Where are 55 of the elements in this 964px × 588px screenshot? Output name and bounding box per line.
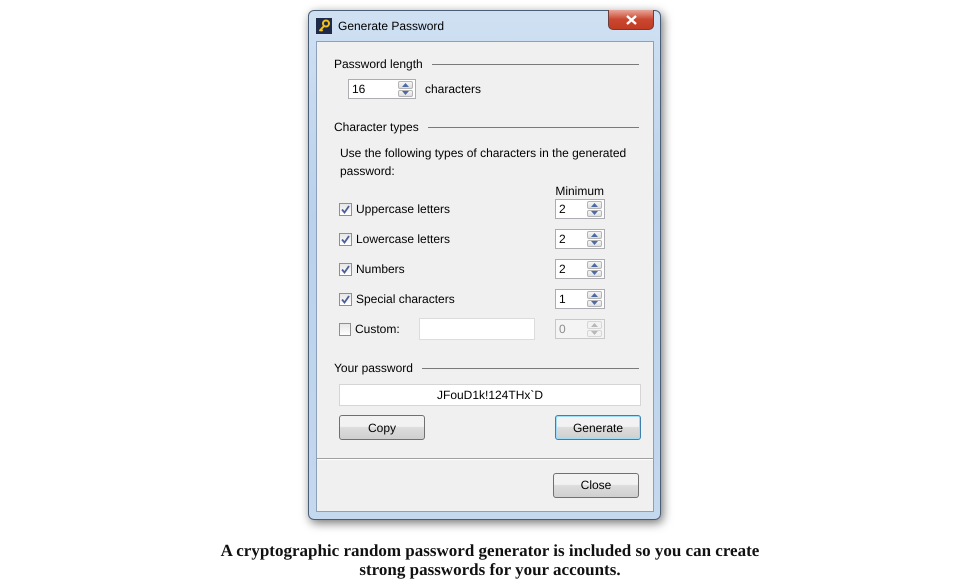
spin-down-button[interactable]	[587, 300, 602, 307]
checkbox[interactable]	[339, 232, 352, 246]
spin-up-button[interactable]	[587, 201, 602, 208]
up-arrow-icon	[591, 322, 598, 327]
close-icon[interactable]	[608, 10, 654, 30]
spin-up-button[interactable]	[587, 261, 602, 268]
spin-down-button[interactable]	[587, 240, 602, 247]
push-button[interactable]: Copy	[339, 415, 425, 440]
down-arrow-icon	[591, 241, 598, 246]
up-arrow-icon	[591, 232, 598, 237]
up-arrow-icon	[402, 82, 409, 87]
spin-down-button[interactable]	[587, 270, 602, 277]
number-spinner[interactable]: 2	[555, 229, 605, 249]
column-heading: Minimum	[555, 184, 604, 198]
checkbox-label[interactable]: Lowercase letters	[356, 232, 555, 246]
section-heading: Character types	[334, 120, 419, 134]
number-field[interactable]: 2	[556, 260, 587, 278]
checkbox[interactable]	[339, 202, 352, 216]
checkbox-label[interactable]: Special characters	[356, 292, 555, 306]
number-spinner[interactable]: 2	[555, 259, 605, 279]
caption-text: A cryptographic random password generator is included so you can create strong passwords for your accounts.	[220, 541, 760, 579]
spin-up-button[interactable]	[587, 231, 602, 238]
push-button[interactable]: Generate	[555, 415, 641, 440]
number-field[interactable]: 16	[349, 80, 398, 98]
up-arrow-icon	[591, 262, 598, 267]
input-field[interactable]	[419, 318, 535, 340]
number-spinner[interactable]: 1	[555, 289, 605, 309]
checkbox-label[interactable]: Uppercase letters	[356, 202, 555, 216]
down-arrow-icon	[402, 91, 409, 96]
close-button[interactable]: Close	[553, 472, 639, 498]
spin-down-button[interactable]	[587, 210, 602, 217]
number-field[interactable]: 2	[556, 200, 587, 218]
number-field[interactable]: 1	[556, 290, 587, 308]
checkbox-label[interactable]: Numbers	[356, 262, 555, 276]
spin-up-button[interactable]	[398, 81, 413, 88]
spin-up-button[interactable]	[587, 291, 602, 298]
up-arrow-icon	[591, 202, 598, 207]
section-heading: Password length	[334, 57, 423, 71]
checkbox[interactable]	[339, 292, 352, 306]
number-field[interactable]: 2	[556, 230, 587, 248]
section-heading: Your password	[334, 361, 413, 375]
spin-down-button[interactable]	[398, 90, 413, 97]
description-text: Use the following types of characters in the generated password:	[340, 145, 628, 180]
up-arrow-icon	[591, 292, 598, 297]
unit-label: characters	[425, 82, 482, 96]
checkbox[interactable]	[339, 262, 352, 276]
number-spinner[interactable]: 16	[348, 79, 416, 99]
password-field[interactable]: JFouD1k!124THx`D	[339, 384, 641, 406]
window-title: Generate Password	[338, 19, 444, 33]
down-arrow-icon	[591, 301, 598, 306]
down-arrow-icon	[591, 211, 598, 216]
down-arrow-icon	[591, 331, 598, 336]
key-icon	[316, 18, 332, 34]
number-spinner[interactable]: 2	[555, 199, 605, 219]
down-arrow-icon	[591, 271, 598, 276]
